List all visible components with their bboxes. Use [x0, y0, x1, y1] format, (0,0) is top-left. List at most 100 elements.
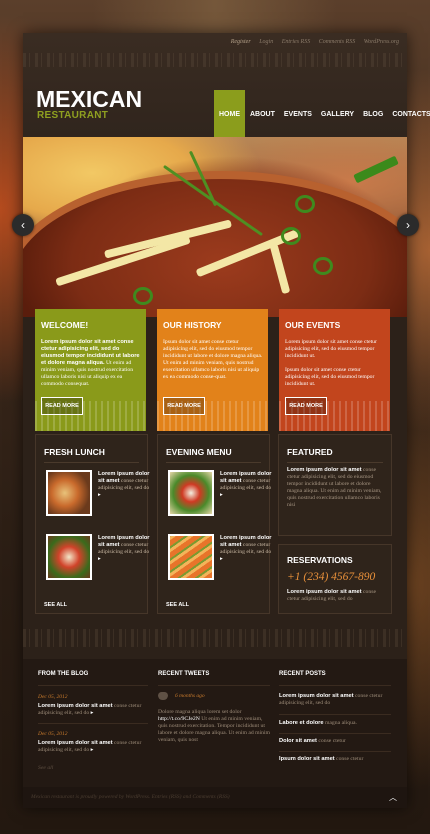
divider	[166, 462, 261, 463]
food-image	[48, 472, 90, 514]
chevron-left-icon[interactable]: ‹	[12, 214, 34, 236]
lunch-thumb-2[interactable]	[46, 534, 92, 580]
chevron-right-icon[interactable]: ›	[397, 214, 419, 236]
history-box: OUR HISTORY Ipsum dolor sit amet conse c…	[157, 309, 268, 431]
nav-contacts[interactable]: CONTACTS	[388, 90, 430, 139]
recent-post-4-title[interactable]: Ipsum dolor sit amet	[279, 756, 335, 762]
recent-posts-heading: RECENT POSTS	[279, 671, 326, 677]
divider	[279, 733, 391, 734]
welcome-read-more-button[interactable]: READ MORE	[41, 397, 83, 415]
nav-about[interactable]: ABOUT	[246, 90, 279, 139]
events-lead: Lorem ipsum dolor sit amet conse ctetur …	[285, 339, 377, 359]
recent-post-1: Lorem ipsum dolor sit amet conse ctetur …	[279, 693, 391, 707]
more-arrow-icon[interactable]: ▸	[220, 492, 223, 498]
nav-events[interactable]: EVENTS	[280, 90, 316, 139]
history-text: Ipsum dolor sit amet conse ctetur adipis…	[163, 339, 263, 381]
evening-thumb-2[interactable]	[168, 534, 214, 580]
recent-post-4: Ipsum dolor sit amet conse ctetur	[279, 756, 391, 763]
food-image	[170, 472, 212, 514]
reservations-bold: Lorem ipsum dolor sit amet	[287, 589, 362, 595]
green-pepper	[353, 155, 399, 184]
reservations-title: RESERVATIONS	[287, 555, 353, 565]
blog-heading: FROM THE BLOG	[38, 671, 89, 677]
tweet-time: 6 months ago	[175, 693, 205, 699]
divider	[287, 462, 383, 463]
blog-post-1-title[interactable]: Lorem ipsum dolor sit amet	[38, 703, 113, 709]
recent-post-3-text: conse ctetur	[318, 738, 346, 744]
featured-title: FEATURED	[287, 447, 333, 457]
wordpress-link[interactable]: WordPress.org	[364, 39, 399, 45]
lunch-thumb-1[interactable]	[46, 470, 92, 516]
featured-body: conse ctetur adipisicing elit, sed do ei…	[287, 467, 382, 508]
divider	[44, 462, 139, 463]
blog-post-2: Lorem ipsum dolor sit amet conse ctetur …	[38, 740, 148, 754]
header-pattern	[23, 53, 407, 67]
tweet-link[interactable]: http://t.co/9CJe2N	[158, 716, 200, 722]
more-arrow-icon[interactable]: ▸	[220, 556, 223, 562]
more-arrow-icon[interactable]: ▸	[98, 492, 101, 498]
events-text: Lorem ipsum dolor sit amet conse ctetur …	[285, 339, 385, 388]
recent-post-2-text: magna aliqua.	[324, 720, 357, 726]
evening-see-all-link[interactable]: SEE ALL	[166, 602, 189, 608]
blog-date-2: Dec 05, 2012	[38, 731, 68, 737]
history-lead: Ipsum dolor sit amet conse ctetur adipis…	[163, 339, 263, 359]
food-image	[170, 536, 212, 578]
top-links: Register Login Entries RSS Comments RSS …	[224, 39, 399, 45]
lunch-item-2: Lorem ipsum dolor sit amet conse ctetur …	[98, 535, 150, 563]
lunch-item-1: Lorem ipsum dolor sit amet conse ctetur …	[98, 471, 150, 499]
nav-gallery[interactable]: GALLERY	[317, 90, 358, 139]
pepper-ring	[295, 195, 315, 213]
logo-subtitle[interactable]: RESTAURANT	[37, 110, 108, 121]
featured-bold[interactable]: Lorem ipsum dolor sit amet	[287, 467, 362, 473]
recent-post-3: Dolor sit amet conse ctetur	[279, 738, 391, 745]
pepper-ring	[133, 287, 153, 305]
food-image	[48, 536, 90, 578]
blog-see-all-link[interactable]: See all	[38, 765, 53, 772]
history-body: Ut enim ad minim veniam, quis nostrud ex…	[163, 360, 260, 380]
pepper-ring	[281, 227, 301, 245]
reservations-text: Lorem ipsum dolor sit amet conse ctetur …	[287, 589, 385, 603]
divider	[279, 751, 391, 752]
page-container: Register Login Entries RSS Comments RSS …	[23, 33, 430, 808]
reservations-box: RESERVATIONS +1 (234) 4567-890 Lorem ips…	[278, 544, 392, 614]
register-link[interactable]: Register	[231, 39, 251, 45]
featured-box: FEATURED Lorem ipsum dolor sit amet cons…	[278, 434, 392, 536]
recent-post-1-title[interactable]: Lorem ipsum dolor sit amet	[279, 693, 354, 699]
chevron-up-icon[interactable]: ︿	[389, 792, 397, 803]
site-footer: FROM THE BLOG Dec 05, 2012 Lorem ipsum d…	[23, 659, 407, 808]
events-read-more-button[interactable]: READ MORE	[285, 397, 327, 415]
reservations-phone[interactable]: +1 (234) 4567-890	[287, 571, 375, 583]
nav-home[interactable]: HOME	[214, 90, 245, 139]
logo-title[interactable]: MEXICAN	[36, 86, 142, 113]
divider	[38, 685, 148, 686]
pepper-ring	[313, 257, 333, 275]
divider	[279, 714, 391, 715]
history-read-more-button[interactable]: READ MORE	[163, 397, 205, 415]
history-title: OUR HISTORY	[163, 320, 222, 330]
fresh-lunch-box: FRESH LUNCH Lorem ipsum dolor sit amet c…	[35, 434, 150, 614]
recent-post-4-text: conse ctetur	[336, 756, 364, 762]
more-arrow-icon[interactable]: ▸	[98, 556, 101, 562]
blog-post-2-title[interactable]: Lorem ipsum dolor sit amet	[38, 740, 113, 746]
divider	[38, 723, 148, 724]
divider	[158, 685, 270, 686]
twitter-bird-icon	[158, 692, 168, 700]
events-box: OUR EVENTS Lorem ipsum dolor sit amet co…	[279, 309, 390, 431]
recent-post-3-title[interactable]: Dolor sit amet	[279, 738, 317, 744]
featured-text: Lorem ipsum dolor sit amet conse ctetur …	[287, 467, 385, 509]
more-arrow-icon[interactable]: ▸	[91, 747, 94, 753]
recent-post-2-title[interactable]: Labore et dolore	[279, 720, 324, 726]
tweets-heading: RECENT TWEETS	[158, 671, 210, 677]
divider-pattern	[23, 629, 407, 647]
hero-slider-image	[23, 137, 407, 317]
evening-menu-box: EVENING MENU Lorem ipsum dolor sit amet …	[157, 434, 272, 614]
login-link[interactable]: Login	[259, 39, 273, 45]
events-body: Ipsum dolor sit amet conse ctetur adipis…	[285, 367, 375, 387]
more-arrow-icon[interactable]: ▸	[91, 710, 94, 716]
evening-item-1: Lorem ipsum dolor sit amet conse ctetur …	[220, 471, 272, 499]
comments-rss-link[interactable]: Comments RSS	[319, 39, 356, 45]
entries-rss-link[interactable]: Entries RSS	[282, 39, 311, 45]
evening-thumb-1[interactable]	[168, 470, 214, 516]
lunch-see-all-link[interactable]: SEE ALL	[44, 602, 67, 608]
nav-blog[interactable]: BLOG	[359, 90, 387, 139]
